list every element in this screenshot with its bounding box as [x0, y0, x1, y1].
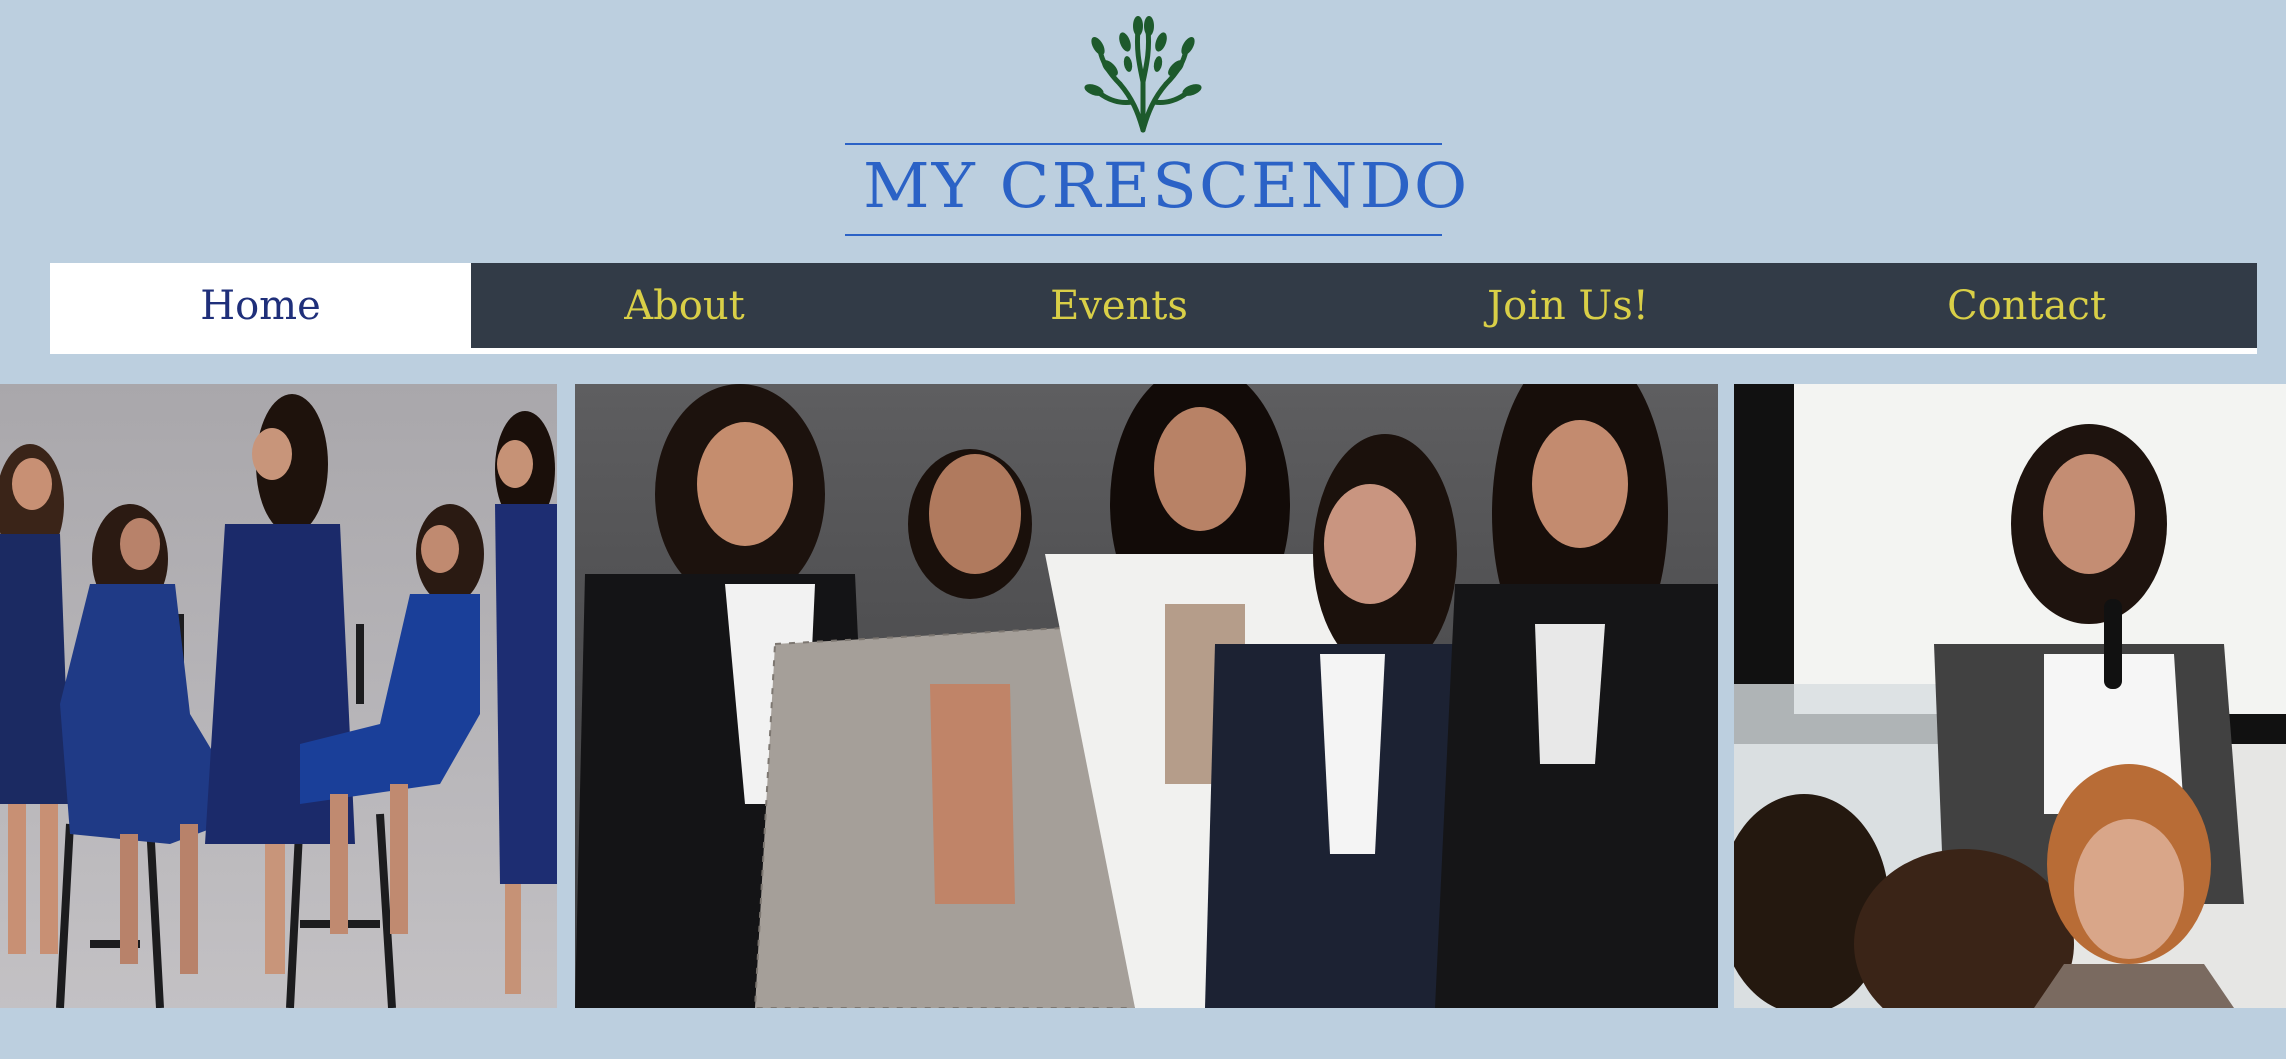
- nav-item-join-us[interactable]: Join Us!: [1340, 263, 1796, 348]
- brand-header: MY CRESCENDO: [845, 143, 1467, 236]
- group-seated-photo: [0, 384, 557, 1008]
- site-title[interactable]: MY CRESCENDO: [863, 155, 1469, 217]
- tree-icon: [1080, 12, 1206, 136]
- group-portrait-photo: [575, 384, 1718, 1008]
- nav-item-home[interactable]: Home: [50, 263, 471, 348]
- nav-item-about[interactable]: About: [471, 263, 898, 348]
- nav-item-contact[interactable]: Contact: [1796, 263, 2257, 348]
- nav-item-events[interactable]: Events: [898, 263, 1340, 348]
- speaker-photo: [1734, 384, 2286, 1008]
- main-nav: Home About Events Join Us! Contact: [50, 263, 2257, 354]
